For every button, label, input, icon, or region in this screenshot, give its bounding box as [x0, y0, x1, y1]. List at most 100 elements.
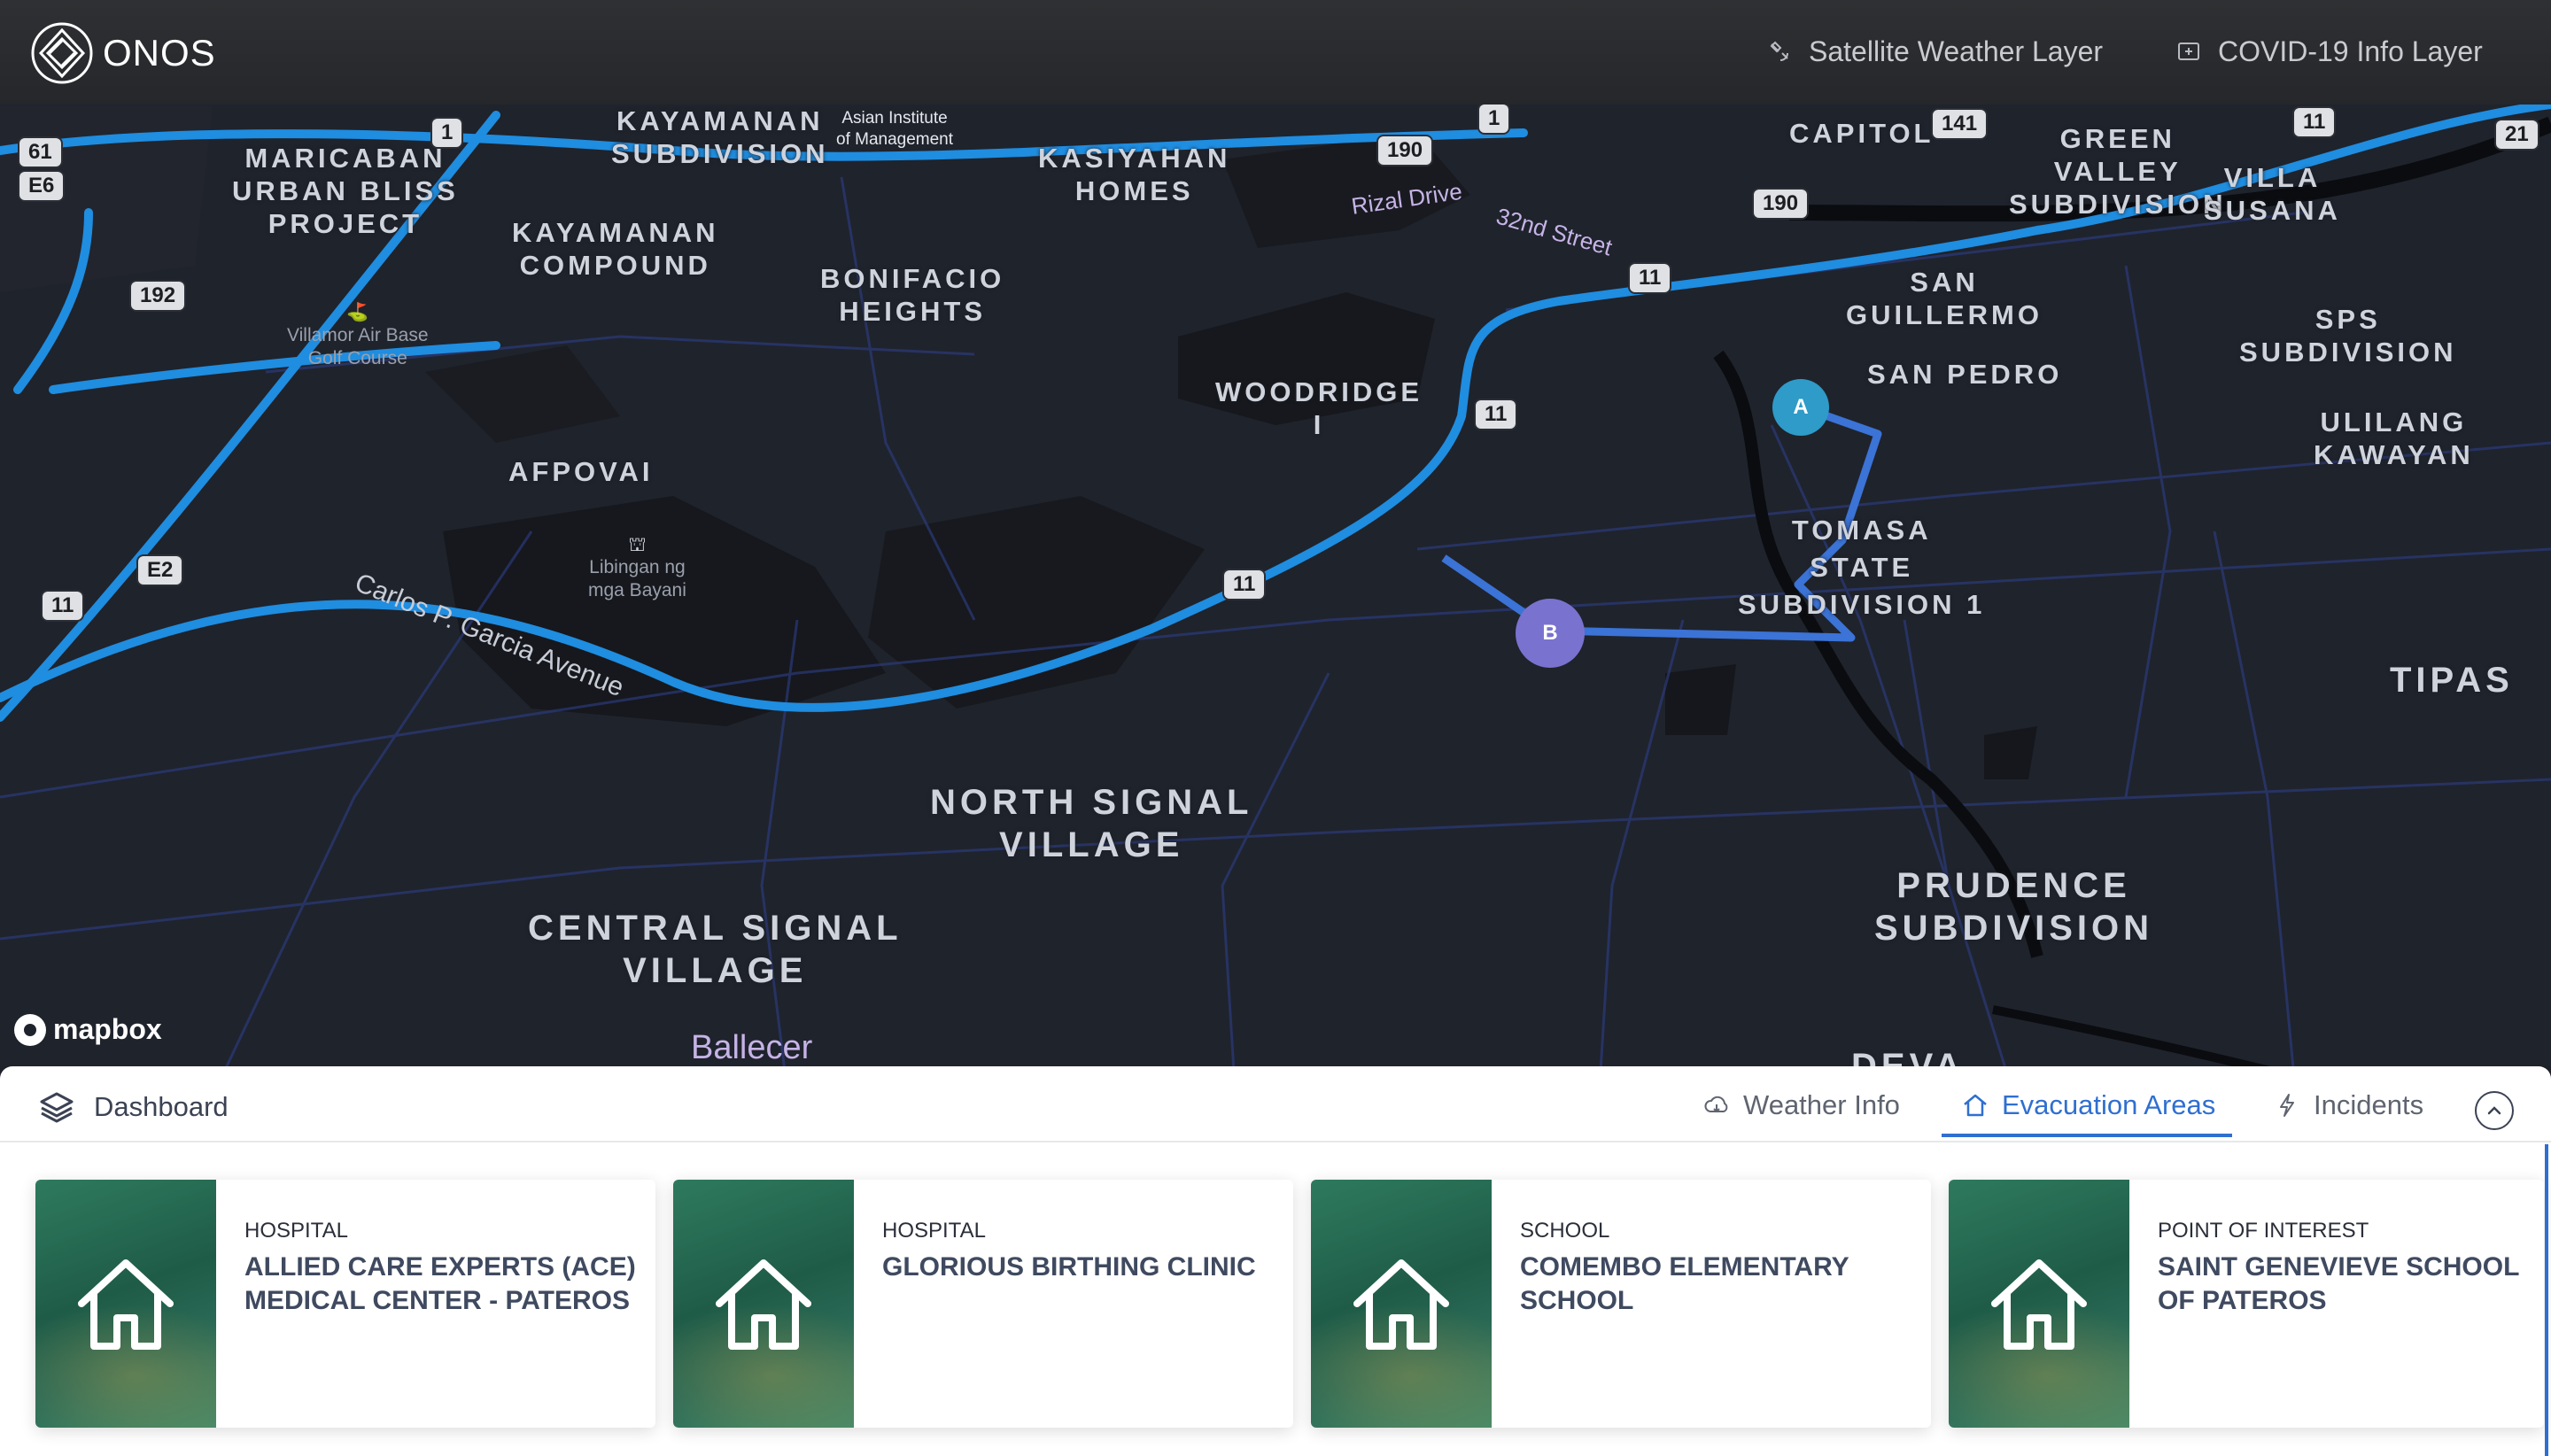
- place-deva-text: DEVA: [1851, 1047, 1966, 1066]
- road-shield: 190: [1754, 190, 1808, 218]
- place-bonifacio-heights: BONIFACIO HEIGHTS: [820, 262, 1004, 328]
- road-shield-text: 190: [1387, 138, 1423, 162]
- road-shield: 141: [1933, 110, 1987, 138]
- poi-villamor-text: Villamor Air Base Golf Course: [287, 325, 429, 368]
- top-bar: ONOS Satellite Weather Layer COVID-19 In…: [0, 0, 2551, 105]
- house-icon: [716, 1259, 811, 1350]
- road-shield: 11: [2294, 108, 2335, 136]
- tab-incidents-label: Incidents: [2314, 1089, 2424, 1120]
- road-shield-text: 61: [28, 140, 52, 164]
- mapbox-attribution[interactable]: mapbox: [14, 1013, 162, 1046]
- golf-icon: ⛳: [346, 303, 369, 322]
- dashboard-header: Dashboard Weather Info Evacuation Areas …: [0, 1066, 2551, 1142]
- card-thumbnail: [1311, 1180, 1492, 1428]
- place-tipas-text: TIPAS: [2390, 661, 2514, 700]
- place-central-signal-text: CENTRAL SIGNAL VILLAGE: [528, 909, 903, 990]
- card-thumbnail: [673, 1180, 854, 1428]
- tab-evacuation-areas[interactable]: Evacuation Areas: [1961, 1089, 2215, 1121]
- onos-logo-icon: [31, 22, 93, 84]
- dashboard-panel: Dashboard Weather Info Evacuation Areas …: [0, 1066, 2551, 1456]
- place-prudence-text: PRUDENCE SUBDIVISION: [1874, 866, 2154, 948]
- place-kasiyahan: KASIYAHAN HOMES: [1038, 142, 1230, 207]
- card-category: POINT OF INTEREST: [2158, 1219, 2369, 1243]
- place-sps-subdivision-text: SPS SUBDIVISION: [2239, 304, 2457, 368]
- cloud-icon: [1704, 1096, 1728, 1113]
- evacuation-area-card[interactable]: SCHOOL COMEMBO ELEMENTARY SCHOOL: [1311, 1180, 1931, 1428]
- mapbox-attribution-text: mapbox: [53, 1013, 162, 1045]
- poi-asian-institute-text: Asian Institute of Management: [836, 109, 954, 149]
- street-ballecer: Ballecer: [691, 1029, 812, 1066]
- dashboard-title-text: Dashboard: [94, 1091, 229, 1122]
- road-shield-text: 192: [140, 283, 176, 307]
- place-kayamanan-compound: KAYAMANAN COMPOUND: [512, 216, 719, 282]
- road-shield-text: 190: [1763, 191, 1799, 215]
- road-shield-text: 141: [1942, 112, 1978, 136]
- satellite-weather-layer-label: Satellite Weather Layer: [1809, 35, 2104, 67]
- house-icon: [1991, 1259, 2087, 1350]
- place-kasiyahan-text: KASIYAHAN HOMES: [1038, 143, 1231, 206]
- route-end-marker[interactable]: B: [1516, 599, 1585, 668]
- poi-villamor: ⛳ Villamor Air Base Golf Course: [287, 301, 429, 370]
- bolt-icon: [2280, 1094, 2294, 1117]
- place-deva: DEVA: [1851, 1045, 1965, 1066]
- layers-icon: [40, 1092, 74, 1123]
- place-capitol-text: CAPITOL: [1789, 118, 1935, 149]
- evacuation-area-card[interactable]: HOSPITAL GLORIOUS BIRTHING CLINIC: [673, 1180, 1293, 1428]
- road-shield: 1: [1479, 105, 1509, 133]
- poi-libingan-text: Libingan ng mga Bayani: [588, 557, 686, 600]
- home-icon: [1964, 1094, 1987, 1117]
- road-shield-text: 11: [2303, 110, 2326, 134]
- road-shield: 11: [43, 592, 83, 620]
- covid-info-layer-button[interactable]: COVID-19 Info Layer: [2175, 35, 2483, 68]
- evacuation-area-card[interactable]: POINT OF INTEREST SAINT GENEVIEVE SCHOOL…: [1949, 1180, 2544, 1428]
- place-kayamanan-compound-text: KAYAMANAN COMPOUND: [512, 217, 719, 281]
- card-title: GLORIOUS BIRTHING CLINIC: [882, 1252, 1256, 1282]
- place-villa-susana-text: VILLA SUSANA: [2204, 162, 2341, 226]
- place-villa-susana: VILLA SUSANA: [2204, 161, 2341, 227]
- road-shield: 11: [1476, 400, 1516, 429]
- collapse-dashboard-button[interactable]: [2475, 1091, 2514, 1130]
- house-icon: [78, 1259, 174, 1350]
- horizontal-scroll-indicator[interactable]: [2545, 1144, 2548, 1456]
- card-category: SCHOOL: [1520, 1219, 1610, 1243]
- place-tomasa-text: TOMASA STATE SUBDIVISION 1: [1738, 515, 1986, 620]
- place-san-pedro: SAN PEDRO: [1867, 358, 2062, 391]
- active-tab-indicator: [1942, 1134, 2232, 1137]
- road-shield-text: E2: [147, 558, 174, 582]
- tab-weather-info-label: Weather Info: [1743, 1089, 1900, 1120]
- brand-name: ONOS: [103, 32, 216, 74]
- tab-evacuation-areas-label: Evacuation Areas: [2002, 1089, 2216, 1120]
- place-woodridge: WOODRIDGE I: [1215, 376, 1423, 441]
- card-title: SAINT GENEVIEVE SCHOOL OF PATEROS: [2158, 1252, 2519, 1315]
- card-title: ALLIED CARE EXPERTS (ACE) MEDICAL CENTER…: [244, 1252, 636, 1315]
- place-prudence: PRUDENCE SUBDIVISION: [1874, 864, 2153, 949]
- place-san-guillermo: SAN GUILLERMO: [1846, 266, 2043, 331]
- route-start-marker[interactable]: A: [1772, 379, 1829, 436]
- card-category: HOSPITAL: [882, 1219, 986, 1243]
- road-shield: 61: [19, 138, 61, 167]
- satellite-icon: [1770, 41, 1788, 61]
- place-ulilang-kawayan-text: ULILANG KAWAYAN: [2314, 407, 2474, 470]
- road-shield-text: E6: [28, 174, 55, 197]
- place-north-signal: NORTH SIGNAL VILLAGE: [930, 781, 1252, 866]
- map-view[interactable]: MARICABAN URBAN BLISS PROJECT KAYAMANAN …: [0, 105, 2551, 1066]
- poi-libingan: ⛫ Libingan ng mga Bayani: [588, 533, 686, 602]
- place-afpovai-text: AFPOVAI: [508, 456, 654, 487]
- place-green-valley-text: GREEN VALLEY SUBDIVISION: [2009, 123, 2227, 220]
- card-category: HOSPITAL: [244, 1219, 348, 1243]
- place-woodridge-text: WOODRIDGE I: [1215, 376, 1423, 440]
- place-kayamanan-subdivision: KAYAMANAN SUBDIVISION: [611, 105, 829, 170]
- place-central-signal: CENTRAL SIGNAL VILLAGE: [528, 907, 903, 992]
- place-tomasa: TOMASA STATE SUBDIVISION 1: [1738, 512, 1985, 623]
- road-shield: 192: [131, 282, 185, 310]
- road-shield-text: 11: [1233, 572, 1256, 596]
- road-shield-text: 11: [1639, 266, 1662, 290]
- route-start-marker-label: A: [1793, 395, 1809, 419]
- road-shield: 11: [1630, 264, 1671, 292]
- tab-incidents[interactable]: Incidents: [2273, 1089, 2423, 1121]
- tab-weather-info[interactable]: Weather Info: [1702, 1089, 1900, 1121]
- place-maricaban-text: MARICABAN URBAN BLISS PROJECT: [232, 143, 459, 239]
- evacuation-area-card[interactable]: HOSPITAL ALLIED CARE EXPERTS (ACE) MEDIC…: [35, 1180, 655, 1428]
- road-shield: 11: [1224, 570, 1265, 599]
- satellite-weather-layer-button[interactable]: Satellite Weather Layer: [1766, 35, 2103, 68]
